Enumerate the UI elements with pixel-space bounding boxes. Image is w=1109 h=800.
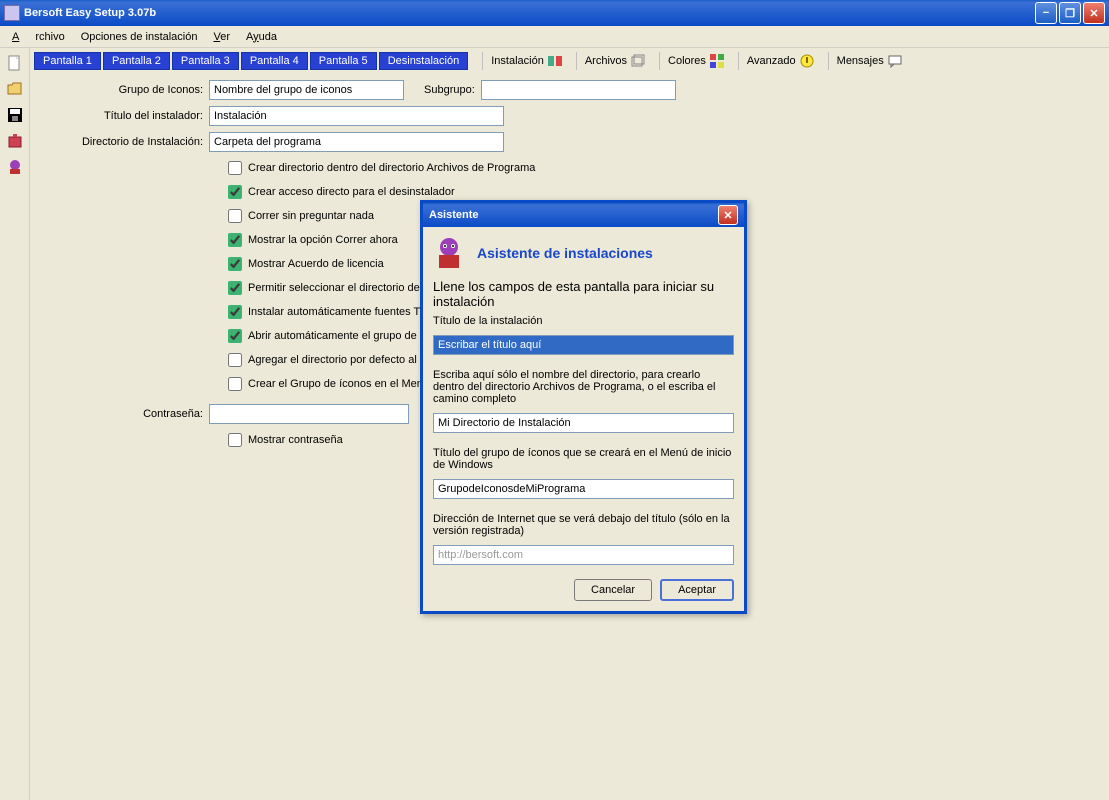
dialog-close-button[interactable]: ✕	[718, 205, 738, 225]
f2-input[interactable]	[433, 413, 734, 433]
menubar: Archivo Opciones de instalación Ver Ayud…	[0, 26, 1109, 48]
chk-correr-ahora[interactable]	[228, 233, 242, 247]
f4-label: Dirección de Internet que se verá debajo…	[433, 513, 734, 537]
wizard-dialog: Asistente ✕ Asistente de instalaciones L…	[420, 200, 747, 614]
dialog-title: Asistente	[429, 209, 479, 221]
window-title: Bersoft Easy Setup 3.07b	[24, 7, 1035, 19]
f3-input[interactable]	[433, 479, 734, 499]
tab-pantalla5[interactable]: Pantalla 5	[310, 52, 377, 70]
dir-input[interactable]	[209, 132, 504, 152]
mascot-icon[interactable]	[6, 158, 24, 176]
f1-label: Título de la instalación	[433, 315, 734, 327]
menu-archivo[interactable]: Archivo	[4, 29, 73, 45]
f4-input	[433, 545, 734, 565]
group-colores[interactable]: Colores	[655, 52, 724, 70]
grupo-input[interactable]	[209, 80, 404, 100]
chk-seleccionar-dir[interactable]	[228, 281, 242, 295]
minimize-button[interactable]: −	[1035, 2, 1057, 24]
dialog-header: Asistente de instalaciones	[477, 245, 653, 261]
chk-crear-dir[interactable]	[228, 161, 242, 175]
titulo-label: Título del instalador:	[44, 110, 209, 122]
menu-opciones[interactable]: Opciones de instalación	[73, 29, 206, 45]
tabbar: Pantalla 1 Pantalla 2 Pantalla 3 Pantall…	[34, 52, 1109, 70]
titlebar: Bersoft Easy Setup 3.07b − ❐ ✕	[0, 0, 1109, 26]
f3-label: Título del grupo de íconos que se creará…	[433, 447, 734, 471]
subgrupo-input[interactable]	[481, 80, 676, 100]
titulo-input[interactable]	[209, 106, 504, 126]
menu-ayuda[interactable]: Ayuda	[238, 29, 285, 45]
main-panel: Pantalla 1 Pantalla 2 Pantalla 3 Pantall…	[30, 48, 1109, 800]
mascot-icon	[433, 237, 465, 269]
maximize-button[interactable]: ❐	[1059, 2, 1081, 24]
f1-input[interactable]	[433, 335, 734, 355]
dialog-intro: Llene los campos de esta pantalla para i…	[433, 279, 734, 309]
save-icon[interactable]	[6, 106, 24, 124]
chk-menu-inicio[interactable]	[228, 377, 242, 391]
tab-pantalla2[interactable]: Pantalla 2	[103, 52, 170, 70]
chk-acuerdo[interactable]	[228, 257, 242, 271]
accept-button[interactable]: Aceptar	[660, 579, 734, 601]
pass-input[interactable]	[209, 404, 409, 424]
f2-label: Escriba aquí sólo el nombre del director…	[433, 369, 734, 405]
app-icon	[4, 5, 20, 21]
group-archivos[interactable]: Archivos	[572, 52, 645, 70]
menu-ver[interactable]: Ver	[205, 29, 238, 45]
new-icon[interactable]	[6, 54, 24, 72]
tab-desinstalacion[interactable]: Desinstalación	[379, 52, 469, 70]
group-instalacion[interactable]: Instalación	[478, 52, 562, 70]
cancel-button[interactable]: Cancelar	[574, 579, 652, 601]
tab-pantalla1[interactable]: Pantalla 1	[34, 52, 101, 70]
chk-agregar-camino[interactable]	[228, 353, 242, 367]
chk-sin-preguntar[interactable]	[228, 209, 242, 223]
open-icon[interactable]	[6, 80, 24, 98]
dir-label: Directorio de Instalación:	[44, 136, 209, 148]
chk-abrir-grupo[interactable]	[228, 329, 242, 343]
group-mensajes[interactable]: Mensajes	[824, 52, 902, 70]
tab-pantalla3[interactable]: Pantalla 3	[172, 52, 239, 70]
grupo-label: Grupo de Iconos:	[44, 84, 209, 96]
close-button[interactable]: ✕	[1083, 2, 1105, 24]
pass-label: Contraseña:	[44, 408, 209, 420]
group-avanzado[interactable]: Avanzado	[734, 52, 814, 70]
chk-mostrar-pass[interactable]	[228, 433, 242, 447]
chk-fuentes[interactable]	[228, 305, 242, 319]
chk-acceso-directo[interactable]	[228, 185, 242, 199]
build-icon[interactable]	[6, 132, 24, 150]
subgrupo-label: Subgrupo:	[424, 84, 475, 96]
tab-pantalla4[interactable]: Pantalla 4	[241, 52, 308, 70]
sidebar	[0, 48, 30, 800]
